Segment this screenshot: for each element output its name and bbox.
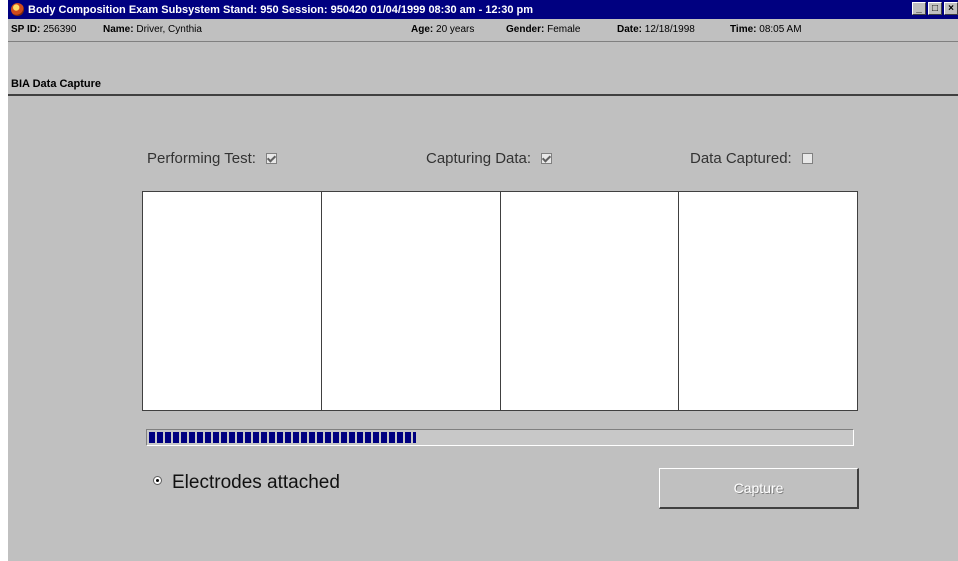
window-title: Body Composition Exam Subsystem Stand: 9…	[28, 3, 533, 16]
capture-progress-bar	[146, 429, 854, 446]
signal-panel	[321, 192, 501, 410]
electrodes-radio-button[interactable]	[153, 476, 162, 485]
signal-panels	[142, 191, 858, 411]
maximize-button[interactable]: □	[928, 2, 942, 15]
sp-id: SP ID: 256390	[11, 24, 77, 35]
signal-panel	[500, 192, 680, 410]
capturing-data-checkbox[interactable]	[541, 153, 553, 164]
performing-test-checkbox[interactable]	[266, 153, 278, 164]
exam-time: Time: 08:05 AM	[730, 24, 802, 35]
signal-panel	[143, 192, 322, 410]
participant-age: Age: 20 years	[411, 24, 475, 35]
data-captured-checkbox[interactable]	[801, 153, 813, 164]
progress-fill	[149, 432, 416, 443]
minimize-button[interactable]: _	[912, 2, 926, 15]
participant-name: Name: Driver, Cynthia	[103, 24, 202, 35]
section-header: BIA Data Capture	[8, 42, 958, 96]
performing-test-status: Performing Test:	[147, 150, 278, 167]
title-bar[interactable]: Body Composition Exam Subsystem Stand: 9…	[8, 0, 958, 19]
participant-gender: Gender: Female	[506, 24, 581, 35]
data-captured-status: Data Captured:	[690, 150, 813, 167]
section-title: BIA Data Capture	[11, 78, 102, 90]
main-window: Body Composition Exam Subsystem Stand: 9…	[8, 0, 958, 561]
electrodes-attached-label: Electrodes attached	[172, 472, 340, 493]
app-globe-icon[interactable]	[11, 3, 24, 16]
capture-button[interactable]: Capture	[659, 468, 859, 509]
capturing-data-status: Capturing Data:	[426, 150, 553, 167]
close-button[interactable]: ×	[944, 2, 958, 15]
data-captured-label: Data Captured:	[690, 150, 792, 167]
participant-info-bar: SP ID: 256390 Name: Driver, Cynthia Age:…	[8, 19, 958, 42]
exam-date: Date: 12/18/1998	[617, 24, 695, 35]
performing-test-label: Performing Test:	[147, 150, 256, 167]
window-controls: _ □ ×	[912, 2, 958, 15]
capturing-data-label: Capturing Data:	[426, 150, 532, 167]
electrodes-attached-option[interactable]: Electrodes attached	[153, 472, 340, 494]
signal-panel	[679, 192, 857, 410]
